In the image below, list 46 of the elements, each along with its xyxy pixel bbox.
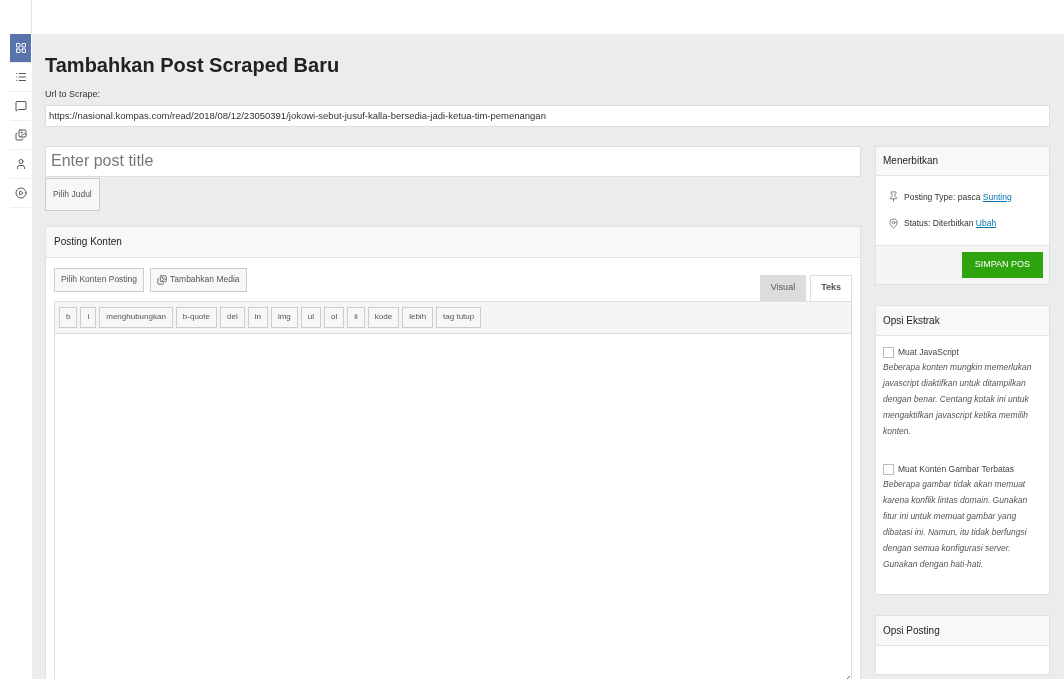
option-label: Muat Konten Gambar Terbatas — [898, 462, 1015, 476]
images-icon — [157, 274, 168, 285]
checkbox[interactable] — [883, 346, 894, 358]
quicktag-button[interactable]: menghubungkan — [99, 306, 173, 328]
quicktag-button[interactable]: lebih — [402, 306, 434, 328]
field-label: Url to Scrape: — [45, 88, 102, 101]
speech-bubble-icon — [14, 100, 27, 112]
quicktag-button[interactable]: b — [59, 306, 78, 328]
option-description: Beberapa gambar tidak akan memuat karena konflik lintas domain. Gunakan fitur ini untuk memuat gambar yang dibatasi ini. Namun, itu tidak berfungsi dengan semua konfigurasi server. Gunakan dengan hati-hati. — [883, 477, 1029, 571]
panel-title: Opsi Ekstrak — [876, 306, 1049, 336]
sidebar-item[interactable] — [10, 34, 31, 63]
quicktag-button[interactable]: img — [270, 306, 298, 328]
publish-info: Status: Diterbitkan Ubah — [904, 217, 997, 230]
url-field[interactable]: https://nasional.kompas.com/read/2018/08/12/23050391/jokowi-sebut-jusuf-kalla-bersedia-jadi-ketua-tim-pemenangan — [45, 104, 1050, 127]
option-description: Beberapa konten mungkin memerlukan javascript diaktifkan untuk ditampilkan dengan benar. Centang kotak ini untuk mengaktifkan javascript ketika memilih konten. — [883, 360, 1033, 438]
map-pin-icon — [888, 218, 899, 230]
play-circle-icon — [14, 187, 27, 199]
person-icon — [14, 158, 27, 170]
edit-link[interactable]: Sunting — [982, 191, 1012, 202]
quicktag-button[interactable]: b-quote — [175, 306, 217, 328]
quicktag-button[interactable]: del — [220, 306, 245, 328]
quicktag-button[interactable]: tag tutup — [436, 306, 482, 328]
edit-link[interactable]: Ubah — [975, 218, 997, 229]
grid-icon — [14, 42, 27, 54]
editor-tab[interactable]: Teks — [810, 274, 852, 301]
images-icon — [14, 129, 27, 141]
pick-title-button[interactable]: Pilih Judul — [45, 177, 100, 211]
pick-content-button[interactable]: Pilih Konten Posting — [54, 267, 145, 292]
quicktag-button[interactable]: ul — [300, 306, 322, 328]
quicktag-button[interactable]: kode — [367, 306, 400, 328]
post-title-field[interactable]: Enter post title — [45, 145, 861, 177]
quicktag-button[interactable]: i — [80, 306, 97, 328]
panel-title: Menerbitkan — [876, 146, 1049, 176]
publish-info: Posting Type: pasca Sunting — [904, 190, 1012, 204]
option-label: Muat JavaScript — [898, 346, 959, 359]
quicktag-button[interactable]: in — [247, 306, 268, 328]
editor-tab[interactable]: Visual — [759, 274, 807, 301]
quicktag-button[interactable]: ol — [324, 306, 345, 328]
page-title: Tambahkan Post Scraped Baru — [45, 53, 341, 78]
panel-title: Opsi Posting — [876, 615, 1049, 646]
checkbox[interactable] — [883, 463, 894, 475]
add-media-button[interactable]: Tambahkan Media — [150, 267, 247, 292]
list-icon — [14, 71, 27, 83]
quicktag-button[interactable]: li — [347, 306, 365, 328]
panel-title: Posting Konten — [46, 226, 860, 258]
pin-icon — [888, 191, 899, 203]
